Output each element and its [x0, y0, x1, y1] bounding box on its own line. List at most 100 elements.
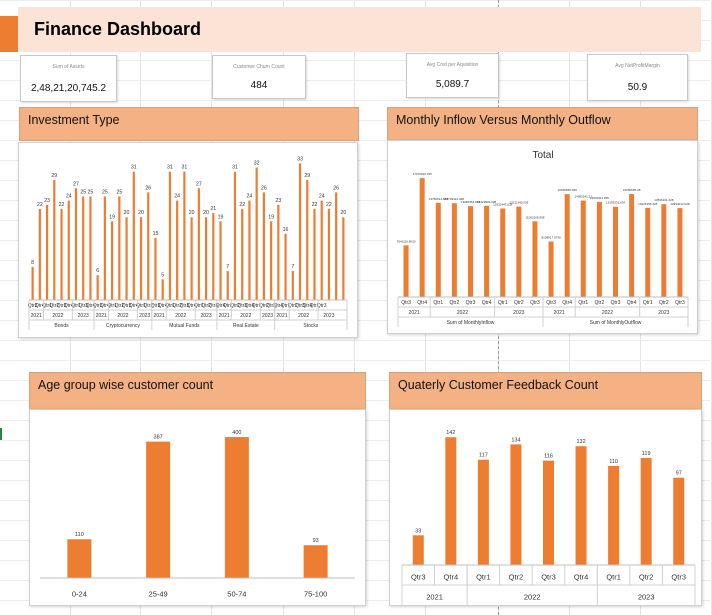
x-tick-label: Qtr1 — [578, 300, 588, 306]
feedback-chart-svg: 33 142 117 134 116 132 110 119 97 Qtr3 Qtr4 Qtr1 Qtr… — [401, 430, 696, 605]
bar — [270, 221, 273, 300]
bar — [548, 241, 554, 297]
year-label: 2021 — [219, 313, 230, 319]
data-label: 25 — [116, 190, 122, 196]
kpi-card-churn[interactable]: Customer Churn Count 484 — [212, 55, 306, 99]
year-label: 2021 — [554, 310, 565, 316]
investment-type-chart[interactable]: 8 22 23 29 22 24 27 25 25 6 25 19 25 20 31 20 26 15 5 31 24 3… — [18, 142, 358, 338]
data-label: 31 — [232, 165, 238, 171]
bar — [468, 206, 473, 297]
year-label: 2022 — [175, 313, 186, 319]
data-label: 27 — [196, 181, 202, 187]
data-label: 132 — [576, 439, 585, 445]
bar — [74, 188, 78, 300]
data-label: 26 — [145, 185, 151, 191]
year-label: 2023 — [638, 592, 655, 601]
x-tick-label: Qtr3 — [466, 300, 476, 306]
bar — [255, 167, 258, 300]
bar — [532, 221, 538, 297]
bar — [320, 200, 323, 300]
year-label: 2022 — [457, 310, 468, 316]
x-tick-label: Qtr4 — [627, 300, 637, 306]
bar — [31, 266, 34, 300]
bar — [516, 206, 522, 297]
inflow-outflow-chart[interactable]: Total 7541116.8020 17370916.335 13766514.88… — [387, 140, 698, 334]
kpi-label: Avg NetProfitMargin — [615, 63, 660, 69]
bar — [125, 217, 128, 300]
data-label: 29 — [51, 173, 57, 179]
kpi-card-acquisition[interactable]: Avg Cost per Aquisition 5,089.7 — [406, 53, 499, 98]
investment-chart-svg: 822232922242725 2562519252031202615531243… — [28, 156, 348, 330]
x-tick-label: Qtr1 — [606, 572, 621, 581]
bar — [510, 444, 522, 565]
kpi-value: 50.9 — [627, 82, 648, 93]
year-label: 2022 — [524, 592, 541, 601]
bar — [313, 208, 316, 300]
kpi-value: 5,089.7 — [435, 79, 470, 90]
bar — [241, 208, 244, 300]
x-tick-label: Qtr1 — [643, 300, 653, 306]
x-tick-label: 25-49 — [149, 590, 168, 599]
bar — [82, 196, 85, 300]
group-label: Sum of MonthlyInflow — [447, 320, 495, 326]
kpi-card-assets[interactable]: Sum of Assets 2,48,21,20,745.2 — [20, 55, 117, 102]
year-label: 2023 — [139, 313, 150, 319]
group-label: Real Estate — [233, 323, 259, 329]
data-label: 15050665.08 — [623, 188, 641, 192]
bar — [484, 205, 490, 297]
data-label: 17370916.335 — [413, 172, 433, 176]
data-label: 23 — [275, 198, 281, 204]
data-label: 25 — [80, 190, 86, 196]
bar — [608, 466, 620, 565]
data-label: 93 — [313, 538, 319, 544]
year-label: 2023 — [658, 310, 669, 316]
bar — [412, 535, 424, 565]
bar — [226, 271, 229, 300]
year-label: 2022 — [52, 313, 63, 319]
bar — [291, 271, 294, 300]
data-label: 15 — [153, 231, 159, 237]
data-label: 24 — [174, 194, 180, 200]
x-tick-label: Qtr3 — [411, 572, 426, 581]
x-tick-label: Qtr2 — [659, 300, 669, 306]
bar — [161, 279, 164, 300]
bar — [111, 221, 114, 300]
bar — [233, 171, 237, 300]
feedback-count-chart[interactable]: 33 142 117 134 116 132 110 119 97 Qtr3 Qtr4 Qtr1 Qtr… — [389, 409, 702, 606]
x-tick-label: 50-74 — [227, 590, 246, 599]
kpi-value: 484 — [250, 80, 268, 91]
bar — [103, 196, 106, 300]
data-label: 22 — [239, 202, 245, 208]
year-label: 2022 — [240, 313, 251, 319]
bar — [89, 196, 92, 300]
section-header-investment: Investment Type — [19, 107, 359, 141]
data-label: 22 — [312, 202, 318, 208]
data-label: 32 — [254, 161, 260, 167]
bar — [596, 201, 602, 297]
title-accent — [0, 16, 18, 52]
data-label: 19 — [268, 214, 274, 220]
inflow-chart-svg: Total7541116.802017370916.33513766514.88… — [397, 150, 690, 327]
kpi-card-netprofit[interactable]: Avg NetProfitMargin 50.9 — [587, 54, 688, 101]
data-label: 134 — [511, 437, 520, 443]
bar — [219, 221, 222, 300]
bar — [38, 208, 41, 300]
x-tick-label: Qtr3 — [671, 572, 686, 581]
data-label: 19 — [109, 214, 115, 220]
bar — [661, 204, 667, 297]
bar — [139, 217, 143, 300]
bar — [445, 437, 457, 565]
age-group-chart[interactable]: 110 387 400 93 0-24 25-49 50-74 75-100 — [29, 409, 366, 606]
bar — [303, 545, 328, 578]
data-label: 13193231.034 — [606, 201, 626, 205]
group-label: Mutual Funds — [169, 323, 200, 329]
bar — [298, 163, 302, 300]
bar — [284, 233, 287, 300]
bar — [67, 539, 92, 578]
bar — [248, 200, 251, 300]
data-label: 13026155.328 — [638, 202, 658, 206]
bar — [640, 457, 652, 565]
year-label: 2023 — [323, 313, 334, 319]
year-label: 2021 — [409, 310, 420, 316]
title-banner[interactable]: Finance Dashboard — [18, 7, 701, 52]
